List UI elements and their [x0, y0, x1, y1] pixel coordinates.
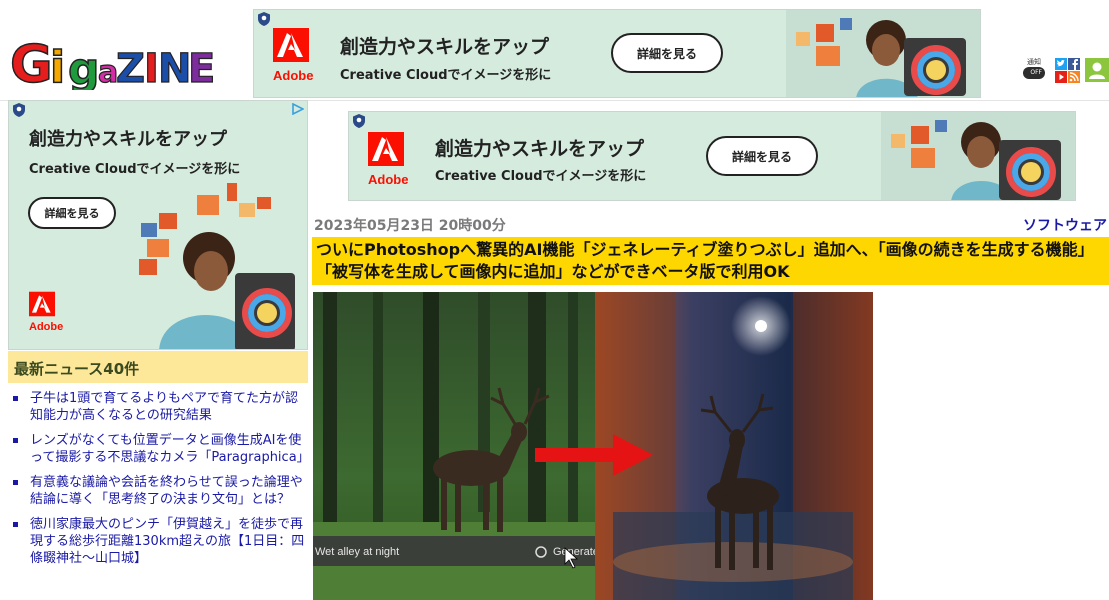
ad-photo: [139, 183, 295, 349]
gigazine-logo: G i g a Z I N E: [9, 34, 216, 96]
news-item[interactable]: レンズがなくても位置データと画像生成AIを使って撮影する不思議なカメラ「Para…: [8, 432, 310, 466]
ad-headline: 創造力やスキルをアップ: [435, 138, 645, 160]
notification-label: 通知: [1027, 58, 1041, 66]
logo-letter: G: [10, 35, 52, 90]
user-icon[interactable]: [1085, 58, 1109, 82]
notification-switch[interactable]: OFF: [1023, 67, 1045, 79]
ad-privacy-icon[interactable]: [13, 103, 25, 117]
adobe-wordmark: Adobe: [29, 321, 64, 333]
ad-cta-button[interactable]: 詳細を見る: [706, 136, 818, 176]
ad-headline: 創造力やスキルをアップ: [29, 129, 227, 150]
adobe-icon: [368, 132, 404, 166]
adobe-wordmark: Adobe: [273, 68, 314, 83]
logo-letter: N: [158, 46, 190, 90]
youtube-icon[interactable]: [1055, 71, 1067, 83]
logo-letter: I: [144, 46, 158, 90]
adchoices-icon[interactable]: [292, 103, 304, 115]
article-category-link[interactable]: ソフトウェア: [1023, 215, 1107, 235]
facebook-icon[interactable]: [1068, 58, 1080, 70]
adobe-logo: Adobe: [29, 291, 63, 333]
adobe-icon: [29, 291, 55, 317]
article-title: ついにPhotoshopへ驚異的AI機能「ジェネレーティブ塗りつぶし」追加へ、「…: [312, 237, 1109, 285]
ad-photo: [786, 10, 980, 97]
site-logo[interactable]: G i g a Z I N E: [9, 26, 216, 96]
twitter-icon[interactable]: [1055, 58, 1067, 70]
ad-subline: Creative Cloudでイメージを形に: [29, 162, 241, 177]
adobe-icon: [273, 28, 309, 62]
latest-news-list: 子牛は1頭で育てるよりもペアで育てた方が認知能力が高くなるとの研究結果 レンズが…: [8, 390, 310, 575]
prompt-text: Wet alley at night: [315, 546, 399, 558]
article-top-ad[interactable]: Adobe 創造力やスキルをアップ Creative Cloudでイメージを形に…: [348, 111, 1076, 201]
header-social-icons: 通知 OFF: [1021, 58, 1109, 88]
news-item[interactable]: 徳川家康最大のピンチ「伊賀越え」を徒歩で再現する総歩行距離130km超えの旅【1…: [8, 516, 308, 567]
logo-letter: E: [188, 46, 214, 90]
article-hero-image: Wet alley at night Generate: [313, 292, 873, 600]
article-date: 2023年05月23日 20時00分: [314, 218, 506, 234]
adobe-logo: Adobe: [368, 132, 408, 187]
adobe-logo: Adobe: [273, 28, 313, 83]
ad-subline: Creative Cloudでイメージを形に: [435, 169, 647, 184]
ad-cta-button[interactable]: 詳細を見る: [28, 197, 116, 229]
adobe-wordmark: Adobe: [368, 172, 409, 187]
ad-subline: Creative Cloudでイメージを形に: [340, 68, 552, 83]
ad-privacy-icon[interactable]: [258, 12, 270, 26]
news-item[interactable]: 有意義な議論や会話を終わらせて誤った論理や結論に導く「思考終了の決まり文句」とは…: [8, 474, 308, 508]
top-banner-ad[interactable]: Adobe 創造力やスキルをアップ Creative Cloudでイメージを形に…: [253, 9, 981, 98]
sidebar-ad[interactable]: 創造力やスキルをアップ Creative Cloudでイメージを形に 詳細を見る…: [8, 100, 308, 350]
notification-toggle[interactable]: 通知 OFF: [1021, 58, 1047, 84]
ad-headline: 創造力やスキルをアップ: [340, 36, 550, 58]
logo-letter: Z: [116, 46, 144, 90]
photoshop-comparison-image: Wet alley at night Generate: [313, 292, 873, 600]
ad-privacy-icon[interactable]: [353, 114, 365, 128]
logo-letter: a: [98, 55, 117, 90]
logo-letter: i: [50, 42, 64, 90]
ad-photo: [881, 112, 1075, 200]
news-item[interactable]: 子牛は1頭で育てるよりもペアで育てた方が認知能力が高くなるとの研究結果: [8, 390, 308, 424]
generate-label: Generate: [553, 546, 599, 558]
rss-icon[interactable]: [1068, 71, 1080, 83]
latest-news-heading: 最新ニュース40件: [8, 351, 308, 383]
logo-letter: g: [68, 44, 99, 90]
ad-cta-button[interactable]: 詳細を見る: [611, 33, 723, 73]
